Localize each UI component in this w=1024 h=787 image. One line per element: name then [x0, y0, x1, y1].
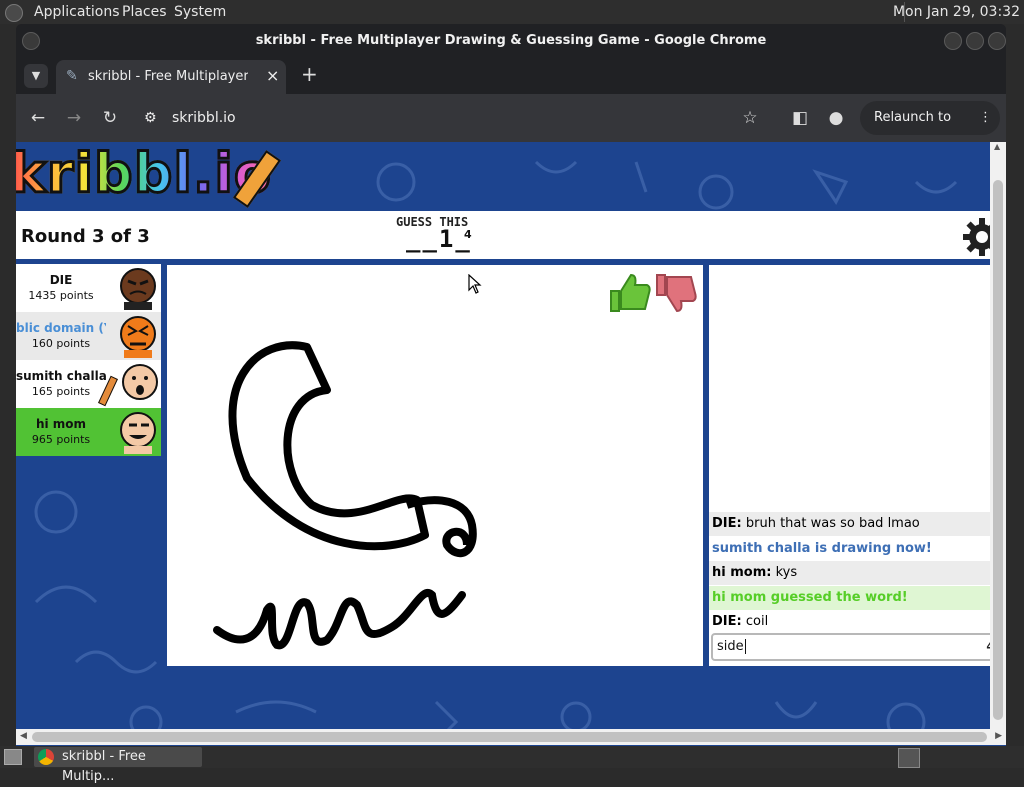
chat-text: bruh that was so bad lmao [745, 516, 920, 531]
player-row[interactable]: blic domain (You 160 points [16, 312, 161, 360]
player-name: DIE [49, 273, 73, 287]
word-length: 4 [464, 228, 472, 241]
chevron-down-icon: ▼ [31, 69, 41, 82]
game-header: Round 3 of 3 GUESS THIS __1_ 4 [16, 211, 1006, 259]
player-points: 965 points [31, 433, 91, 446]
drawing-canvas[interactable] [167, 265, 703, 666]
horizontal-scrollbar[interactable]: ◀ ▶ [16, 729, 1006, 745]
browser-window: skribbl - Free Multiplayer Drawing & Gue… [16, 24, 1006, 746]
scroll-up-icon[interactable]: ▲ [994, 142, 1000, 151]
player-name: sumith challa [16, 369, 106, 383]
os-logo-icon[interactable] [5, 4, 23, 22]
close-window-button[interactable] [988, 32, 1006, 50]
mouse-pointer-icon [468, 274, 482, 294]
player-name: hi mom [35, 417, 87, 431]
tab-close-button[interactable]: × [266, 66, 279, 85]
chat-author: hi mom: [712, 565, 772, 580]
browser-toolbar: ← → ↻ ⚙ skribbl.io ☆ ◧ ● Relaunch to upd… [16, 94, 1006, 159]
tab-title: skribbl - Free Multiplayer Dra [88, 69, 248, 84]
chat-message: DIE: bruh that was so bad lmao [709, 512, 992, 536]
menu-places[interactable]: Places [122, 4, 167, 20]
chat-author: DIE: [712, 614, 742, 629]
chat-message: hi mom: kys [709, 561, 992, 585]
player-points: 165 points [31, 385, 91, 398]
pencil-favicon-icon: ✎ [66, 68, 78, 84]
vertical-scrollbar[interactable]: ▲ [990, 142, 1006, 730]
player-name: blic domain (You [16, 321, 106, 335]
scroll-right-icon[interactable]: ▶ [995, 731, 1002, 741]
player-row[interactable]: DIE 1435 points [16, 264, 161, 312]
show-desktop-icon[interactable] [4, 749, 22, 765]
chat-panel: DIE: bruh that was so bad lmao sumith ch… [709, 265, 1006, 666]
maximize-button[interactable] [966, 32, 984, 50]
reload-button[interactable]: ↻ [98, 106, 122, 130]
thumbs-down-icon[interactable] [653, 271, 697, 315]
arrow-right-icon: → [66, 108, 82, 128]
word-hint: __1_ [406, 225, 472, 253]
avatar [120, 412, 156, 454]
menu-applications[interactable]: Applications [34, 4, 120, 20]
reload-icon: ↻ [102, 108, 118, 128]
profile-button[interactable]: ● [824, 106, 848, 130]
scroll-left-icon[interactable]: ◀ [20, 731, 27, 741]
person-icon: ● [828, 108, 844, 128]
round-indicator: Round 3 of 3 [21, 226, 150, 247]
player-list: DIE 1435 points blic domain (You 160 poi… [16, 264, 161, 456]
player-points: 1435 points [28, 289, 94, 302]
tab-search-button[interactable]: ▼ [24, 64, 48, 88]
chat-message: DIE: coil [709, 610, 992, 634]
side-panel-button[interactable]: ◧ [788, 106, 812, 130]
player-points: 160 points [31, 337, 91, 350]
chrome-icon [38, 749, 54, 765]
taskbar-item-chrome[interactable]: skribbl - Free Multip... [34, 747, 202, 784]
window-title: skribbl - Free Multiplayer Drawing & Gue… [16, 24, 1006, 58]
chat-guessed-message: hi mom guessed the word! [709, 586, 992, 610]
url-text: skribbl.io [172, 110, 236, 126]
horizontal-scroll-thumb[interactable] [32, 732, 987, 742]
taskbar-item-label: skribbl - Free Multip... [62, 749, 146, 784]
chat-text: coil [745, 614, 769, 629]
drawing [213, 341, 477, 650]
back-button[interactable]: ← [26, 106, 50, 130]
address-bar[interactable]: ⚙ skribbl.io [136, 102, 736, 134]
tab-strip: ▼ ✎ skribbl - Free Multiplayer Dra × + [16, 58, 1006, 94]
taskbar: skribbl - Free Multip... [0, 746, 1024, 784]
page-content: kribbl.io Round 3 of 3 GUESS THIS __1_ 4 [16, 142, 1006, 746]
skribbl-logo[interactable]: kribbl.io [16, 142, 282, 208]
window-menu-button[interactable] [22, 32, 40, 50]
chat-system-message: sumith challa is drawing now! [709, 537, 992, 561]
player-row[interactable]: sumith challa 165 points [16, 360, 161, 408]
minimize-button[interactable] [944, 32, 962, 50]
star-icon: ☆ [742, 108, 758, 128]
chat-author: DIE: [712, 516, 742, 531]
player-row[interactable]: hi mom 965 points [16, 408, 161, 456]
chat-input-value: side [717, 639, 744, 654]
avatar [120, 268, 156, 310]
side-panel-icon: ◧ [791, 108, 809, 128]
menu-system[interactable]: System [174, 4, 226, 20]
arrow-left-icon: ← [30, 108, 46, 128]
new-tab-button[interactable]: + [301, 62, 318, 86]
tab-skribbl[interactable]: ✎ skribbl - Free Multiplayer Dra × [56, 60, 286, 94]
forward-button[interactable]: → [62, 106, 86, 130]
os-top-bar: Applications Places System Mon Jan 29, 0… [0, 0, 1024, 24]
chat-input[interactable]: side 4 [711, 633, 1004, 661]
chat-text: kys [775, 565, 798, 580]
clock[interactable]: Mon Jan 29, 03:32 [893, 4, 1020, 20]
more-menu-icon: ⋮ [979, 110, 992, 125]
avatar [120, 316, 156, 358]
text-cursor [744, 639, 746, 654]
vertical-scroll-thumb[interactable] [993, 180, 1003, 720]
relaunch-button[interactable]: Relaunch to update ⋮ [860, 101, 1000, 159]
tray-chrome-icon[interactable] [898, 748, 920, 768]
bookmark-button[interactable]: ☆ [738, 106, 762, 130]
avatar [122, 364, 158, 400]
site-info-icon[interactable]: ⚙ [144, 102, 157, 134]
thumbs-up-icon[interactable] [607, 271, 651, 315]
